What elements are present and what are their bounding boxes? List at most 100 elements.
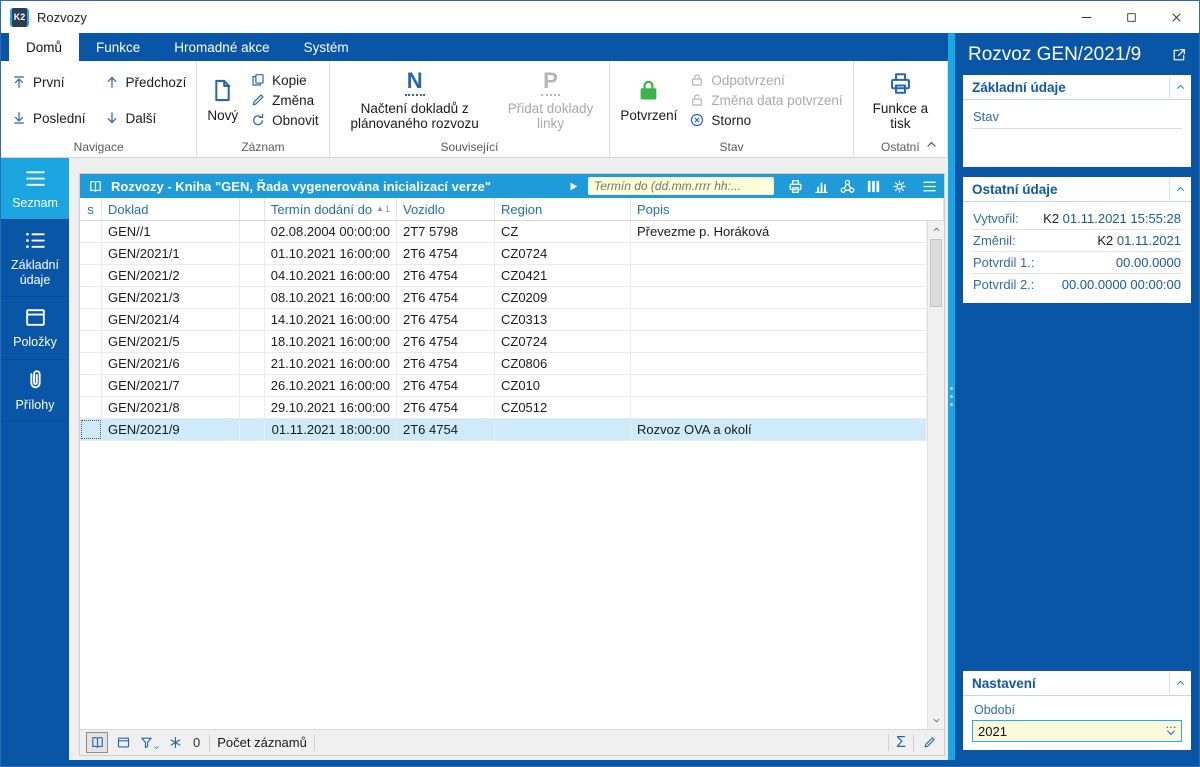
ribbon-button-label: Storno	[711, 112, 752, 128]
table-row[interactable]: GEN/2021/1 01.10.2021 16:00:00 2T6 4754 CZ0…	[80, 243, 927, 265]
book-icon	[90, 735, 105, 750]
ribbon-button-funkce-a-tisk[interactable]: Funkce a tisk	[864, 69, 937, 131]
toolbar-menu-icon[interactable]	[921, 178, 938, 195]
close-button[interactable]	[1154, 1, 1199, 33]
collapse-ribbon-button[interactable]	[925, 138, 938, 151]
filter-button[interactable]	[139, 735, 160, 751]
cell-s	[80, 419, 102, 440]
table-row[interactable]: GEN/2021/9 01.11.2021 18:00:00 2T6 4754 Roz…	[80, 419, 927, 441]
table-row[interactable]: GEN/2021/7 26.10.2021 16:00:00 2T6 4754 CZ0…	[80, 375, 927, 397]
ribbon-button-zmena-data-potvrzeni: Změna data potvrzení	[689, 92, 843, 108]
separator	[209, 734, 211, 751]
play-filter-icon[interactable]	[568, 181, 579, 192]
ribbon-button-label: Změna	[272, 92, 315, 108]
minimize-button[interactable]	[1064, 1, 1109, 33]
cell-vozidlo: 2T6 4754	[397, 265, 495, 286]
tab-funkce[interactable]: Funkce	[79, 33, 157, 61]
search-input[interactable]	[588, 177, 774, 195]
column-header-popis[interactable]: Popis	[631, 198, 944, 220]
scroll-down-button[interactable]	[928, 712, 944, 729]
browser-toolbar-icons	[787, 178, 938, 195]
cell-blank	[240, 265, 265, 286]
cell-s	[80, 331, 102, 352]
ribbon-button-pridat-doklady-linky: P Přidat doklady linky	[502, 67, 600, 131]
table-row[interactable]: GEN/2021/2 04.10.2021 16:00:00 2T6 4754 CZ0…	[80, 265, 927, 287]
records-browser: Rozvozy - Kniha "GEN, Řada vygenerována …	[79, 173, 945, 756]
ribbon-button-storno[interactable]: Storno	[689, 112, 751, 128]
scroll-up-button[interactable]	[928, 221, 944, 238]
ribbon-button-potvrzeni[interactable]: Potvrzení	[620, 76, 677, 123]
sidebar-item-zakladni-udaje[interactable]: Základní údaje	[1, 220, 69, 298]
column-header-region[interactable]: Region	[495, 198, 631, 220]
stav-field-value	[972, 129, 1182, 159]
toolbar-relations-icon[interactable]	[839, 178, 856, 195]
collapse-section-icon[interactable]	[1175, 81, 1186, 93]
ribbon-button-predchozi[interactable]: Předchozí	[104, 74, 186, 90]
maximize-button[interactable]	[1109, 1, 1154, 33]
arrow-up-bar-icon	[11, 74, 27, 90]
cell-doklad: GEN/2021/6	[102, 353, 240, 374]
collapse-section-icon[interactable]	[1175, 677, 1186, 689]
cell-termin-dodani-do: 29.10.2021 16:00:00	[265, 397, 397, 418]
external-link-icon[interactable]	[1171, 47, 1187, 63]
tab-domu[interactable]: Domů	[9, 33, 80, 61]
toolbar-gear-icon[interactable]	[891, 178, 908, 195]
funnel-icon	[139, 735, 154, 750]
column-header-termin-dodani-do[interactable]: Termín dodání do ▲ 1	[265, 198, 397, 220]
sidebar-item-seznam[interactable]: Seznam	[1, 158, 69, 221]
cell-popis: Převezme p. Horáková	[631, 221, 927, 242]
panel-splitter[interactable]	[948, 33, 955, 760]
edit-button[interactable]	[921, 734, 938, 751]
cell-doklad: GEN/2021/9	[102, 419, 240, 440]
table-row[interactable]: GEN/2021/6 21.10.2021 16:00:00 2T6 4754 CZ0…	[80, 353, 927, 375]
dropdown-icon[interactable]	[1163, 723, 1179, 739]
sum-button[interactable]: Σ	[896, 734, 906, 751]
table-row[interactable]: GEN/2021/8 29.10.2021 16:00:00 2T6 4754 CZ0…	[80, 397, 927, 419]
ribbon-tabs: Domů Funkce Hromadné akce Systém	[1, 33, 948, 61]
card-view-button[interactable]	[115, 734, 132, 751]
column-header-doklad[interactable]: Doklad	[102, 198, 240, 220]
section-header-nastaveni[interactable]: Nastavení	[963, 671, 1191, 696]
table-row[interactable]: GEN/2021/4 14.10.2021 16:00:00 2T6 4754 CZ0…	[80, 309, 927, 331]
table-row[interactable]: GEN/2021/5 18.10.2021 16:00:00 2T6 4754 CZ0…	[80, 331, 927, 353]
collapse-section-icon[interactable]	[1175, 183, 1186, 195]
cell-popis	[631, 397, 927, 418]
sidebar-item-prilohy[interactable]: Přílohy	[1, 360, 69, 422]
table-row[interactable]: GEN//1 02.08.2004 00:00:00 2T7 5798 CZ Převe…	[80, 221, 927, 243]
sidebar-item-polozky[interactable]: Položky	[1, 297, 69, 360]
toolbar-columns-icon[interactable]	[865, 178, 882, 195]
ribbon-button-label: Změna data potvrzení	[711, 92, 843, 108]
sidebar: Seznam Základní údaje Položky Přílohy	[1, 158, 69, 760]
ribbon-button-obnovit[interactable]: Obnovit	[250, 112, 319, 128]
ribbon-button-dalsi[interactable]: Další	[104, 110, 187, 126]
section-header-ostatni-udaje[interactable]: Ostatní údaje	[963, 177, 1191, 202]
ribbon-button-posledni[interactable]: Poslední	[11, 110, 86, 126]
ribbon-button-zmena[interactable]: Změna	[250, 92, 314, 108]
column-header-vozidlo[interactable]: Vozidlo	[397, 198, 495, 220]
book-view-button[interactable]	[86, 732, 108, 753]
scrollbar-thumb[interactable]	[930, 239, 942, 307]
list-icon	[23, 228, 48, 253]
toolbar-printer-icon[interactable]	[787, 178, 804, 195]
column-header-label: Popis	[637, 201, 670, 217]
ribbon-button-prvni[interactable]: První	[11, 74, 86, 90]
table-row[interactable]: GEN/2021/3 08.10.2021 16:00:00 2T6 4754 CZ0…	[80, 287, 927, 309]
cell-blank	[240, 331, 265, 352]
ribbon-button-novy[interactable]: Nový	[207, 76, 238, 123]
tab-hromadne-akce[interactable]: Hromadné akce	[157, 33, 286, 61]
section-header-zakladni-udaje[interactable]: Základní údaje	[963, 75, 1191, 100]
tab-system[interactable]: Systém	[287, 33, 366, 61]
column-header-blank[interactable]	[240, 198, 265, 220]
copy-icon	[250, 72, 266, 88]
separator	[913, 734, 914, 751]
obdobi-input[interactable]	[972, 720, 1182, 742]
cell-blank	[240, 287, 265, 308]
ribbon-button-kopie[interactable]: Kopie	[250, 72, 307, 88]
column-header-s[interactable]: s	[80, 198, 102, 220]
cell-termin-dodani-do: 21.10.2021 16:00:00	[265, 353, 397, 374]
vertical-scrollbar[interactable]	[927, 221, 944, 729]
toolbar-bar-chart-icon[interactable]	[813, 178, 830, 195]
ribbon-button-nacteni-dokladu-z-planovaneho-rozvozu[interactable]: N Načtení dokladů z plánovaného rozvozu	[340, 67, 490, 131]
cell-termin-dodani-do: 26.10.2021 16:00:00	[265, 375, 397, 396]
freeze-button[interactable]	[167, 734, 184, 751]
